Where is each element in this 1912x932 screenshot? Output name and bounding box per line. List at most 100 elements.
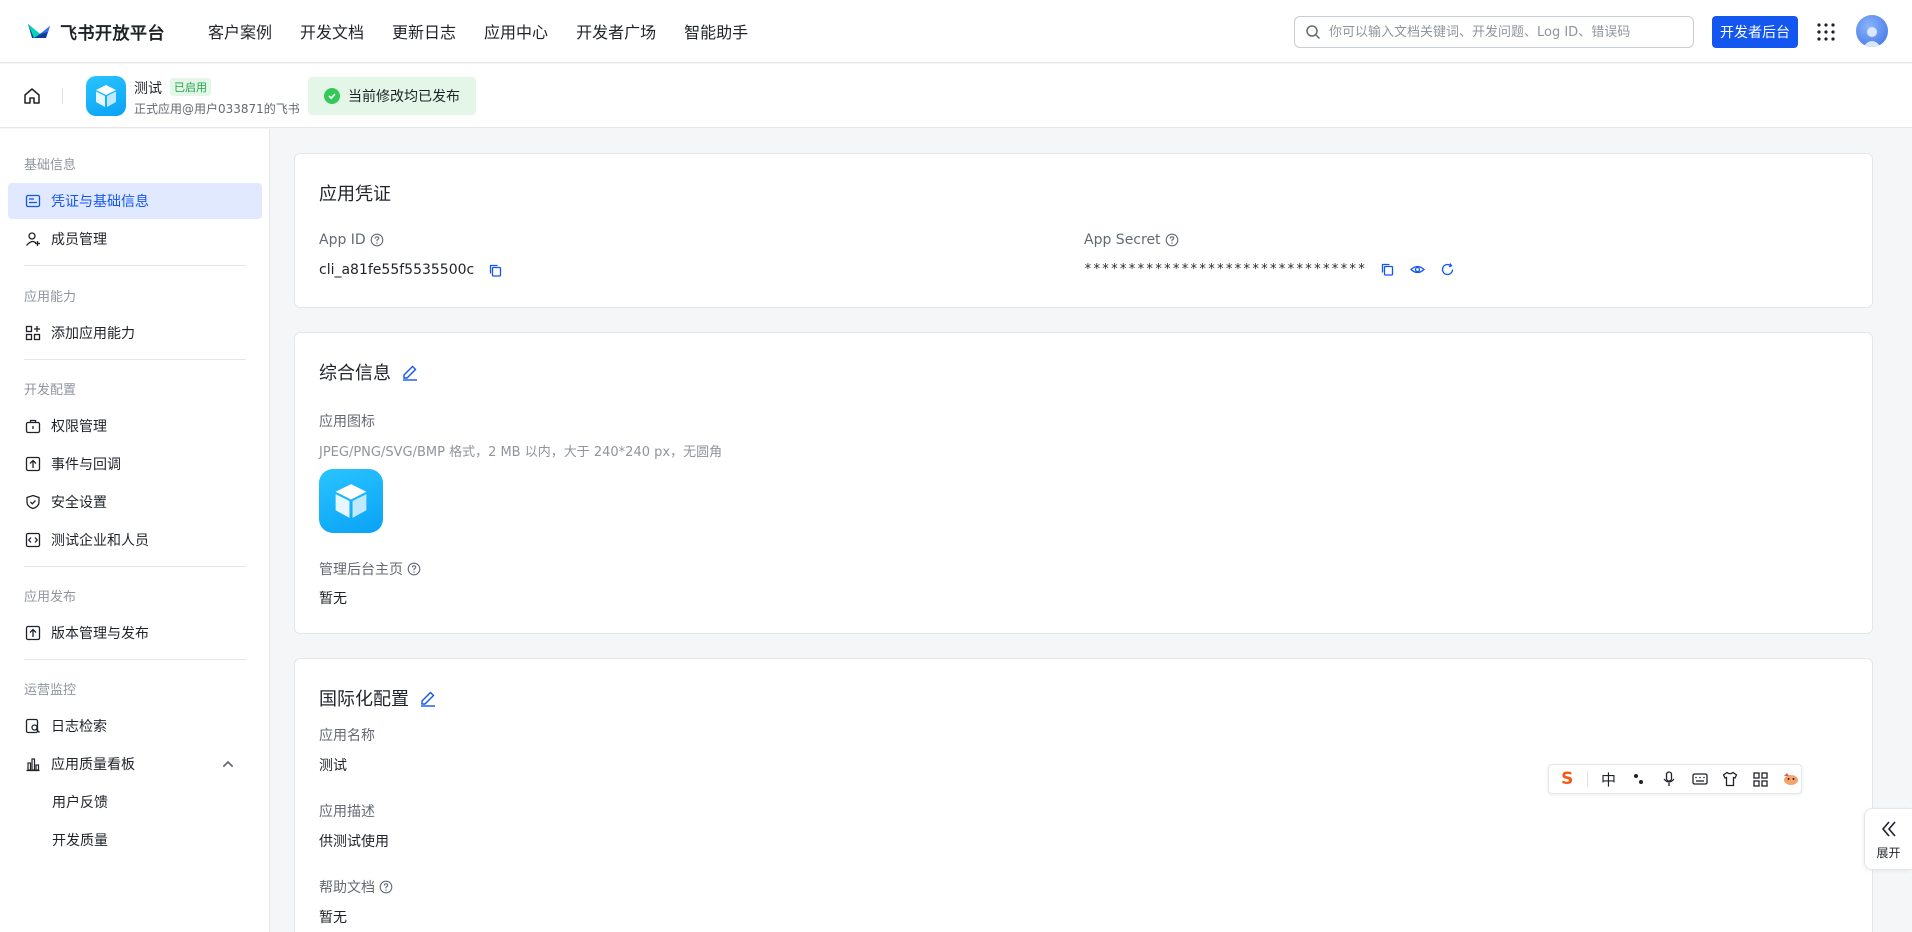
sidebar-group-capability: 应用能力 xyxy=(24,290,77,305)
home-icon[interactable] xyxy=(22,86,42,106)
card-title: 应用凭证 xyxy=(319,184,391,205)
user-avatar[interactable] xyxy=(1856,15,1888,47)
user-add-icon xyxy=(26,232,40,246)
sidebar-item-label: 成员管理 xyxy=(51,232,107,248)
nav-customer-cases[interactable]: 客户案例 xyxy=(208,19,272,43)
app-secret-label: App Secret xyxy=(1084,232,1179,248)
sidebar-item-label: 用户反馈 xyxy=(52,795,108,811)
punctuation-icon[interactable] xyxy=(1629,769,1649,789)
sidebar-item-label: 测试企业和人员 xyxy=(51,533,149,549)
label-text: App ID xyxy=(319,232,366,248)
help-circle-icon[interactable] xyxy=(1165,233,1179,247)
sidebar-item-label: 版本管理与发布 xyxy=(51,626,149,642)
upload-box-icon xyxy=(25,625,41,641)
app-icon xyxy=(86,76,126,116)
sidebar-item-label: 安全设置 xyxy=(51,495,107,511)
app-header-bar: 测试 已启用 正式应用@用户033871的飞书 当前修改均已发布 xyxy=(0,64,1912,128)
sidebar-item-dev-quality[interactable]: 开发质量 xyxy=(8,822,262,858)
sidebar-item-log-search[interactable]: 日志检索 xyxy=(8,708,262,744)
sidebar-item-versions[interactable]: 版本管理与发布 xyxy=(8,615,262,651)
apps-grid-icon[interactable] xyxy=(1816,22,1836,42)
app-name-value: 测试 xyxy=(319,758,347,774)
ime-language-toggle[interactable]: 中 xyxy=(1598,769,1618,789)
app-icon-hint: JPEG/PNG/SVG/BMP 格式，2 MB 以内，大于 240*240 p… xyxy=(319,445,723,460)
help-doc-label: 帮助文档 xyxy=(319,877,393,897)
label-text: 帮助文档 xyxy=(319,880,375,896)
help-circle-icon[interactable] xyxy=(370,233,384,247)
sidebar-group-dev-config: 开发配置 xyxy=(24,383,77,398)
check-circle-icon xyxy=(324,88,340,104)
sidebar-item-permissions[interactable]: 权限管理 xyxy=(8,408,262,444)
event-callback-icon xyxy=(25,456,41,472)
publish-status-banner: 当前修改均已发布 xyxy=(308,77,476,115)
chevron-up-icon[interactable] xyxy=(220,756,236,772)
eye-icon[interactable] xyxy=(1410,262,1426,277)
toolbox-grid-icon[interactable] xyxy=(1750,769,1770,789)
log-search-icon xyxy=(25,718,40,734)
app-secret-value: ******************************** xyxy=(1084,262,1455,277)
copy-icon[interactable] xyxy=(488,263,503,278)
brand-name: 飞书开放平台 xyxy=(60,23,165,44)
sidebar-item-security[interactable]: 安全设置 xyxy=(8,484,262,520)
sidebar-divider xyxy=(24,359,246,360)
edit-icon[interactable] xyxy=(419,689,437,707)
apps-add-icon xyxy=(25,325,41,341)
sidebar-item-events[interactable]: 事件与回调 xyxy=(8,446,262,482)
app-icon-label: 应用图标 xyxy=(319,414,375,430)
app-id-label: App ID xyxy=(319,232,384,248)
sidebar-item-label: 添加应用能力 xyxy=(51,326,135,342)
briefcase-lock-icon xyxy=(25,419,41,434)
mascot-icon[interactable] xyxy=(1781,769,1801,789)
admin-homepage-value: 暂无 xyxy=(319,591,347,607)
sogou-logo-icon[interactable]: S xyxy=(1557,769,1577,789)
id-card-icon xyxy=(25,194,41,208)
sidebar-item-add-capability[interactable]: 添加应用能力 xyxy=(8,315,262,351)
developer-console-button[interactable]: 开发者后台 xyxy=(1712,16,1798,48)
help-circle-icon[interactable] xyxy=(407,562,421,576)
sidebar-group-monitoring: 运营监控 xyxy=(24,683,77,698)
code-box-icon xyxy=(25,532,41,548)
user-silhouette-icon xyxy=(1863,27,1881,47)
nav-dev-docs[interactable]: 开发文档 xyxy=(300,19,364,43)
publish-status-text: 当前修改均已发布 xyxy=(348,89,460,105)
ime-toolbar: S 中 xyxy=(1548,764,1802,794)
app-icon-preview[interactable] xyxy=(319,469,383,533)
app-name-label: 应用名称 xyxy=(319,728,375,744)
brand-logo[interactable]: 飞书开放平台 xyxy=(26,19,198,44)
app-name: 测试 xyxy=(134,81,162,97)
app-desc-value: 供测试使用 xyxy=(319,834,389,850)
edit-icon[interactable] xyxy=(401,363,419,381)
skin-shirt-icon[interactable] xyxy=(1720,769,1740,789)
search-input[interactable] xyxy=(1329,24,1689,40)
sidebar-item-label: 开发质量 xyxy=(52,833,108,849)
nav-ai-assistant[interactable]: 智能助手 xyxy=(684,19,748,43)
sidebar-item-test-tenants[interactable]: 测试企业和人员 xyxy=(8,522,262,558)
nav-changelog[interactable]: 更新日志 xyxy=(392,19,456,43)
sidebar-group-basic: 基础信息 xyxy=(24,158,77,173)
copy-icon[interactable] xyxy=(1380,262,1395,277)
keyboard-icon[interactable] xyxy=(1689,769,1709,789)
feishu-logo-icon xyxy=(28,24,50,38)
microphone-icon[interactable] xyxy=(1659,769,1679,789)
nav-app-center[interactable]: 应用中心 xyxy=(484,19,548,43)
app-id-text: cli_a81fe55f5535500c xyxy=(319,262,475,278)
help-doc-value: 暂无 xyxy=(319,910,347,926)
cube-icon xyxy=(96,85,116,107)
search-box[interactable] xyxy=(1294,16,1694,48)
sidebar-item-user-feedback[interactable]: 用户反馈 xyxy=(8,784,262,820)
admin-homepage-label: 管理后台主页 xyxy=(319,559,421,579)
sidebar-item-quality-dashboard[interactable]: 应用质量看板 xyxy=(8,746,262,782)
help-circle-icon[interactable] xyxy=(379,880,393,894)
refresh-icon[interactable] xyxy=(1440,262,1455,277)
search-icon xyxy=(1306,25,1321,40)
app-subtitle: 正式应用@用户033871的飞书 xyxy=(134,102,300,116)
credentials-card: 应用凭证 App ID cli_a81fe55f5535500c App Sec… xyxy=(294,153,1873,308)
expand-panel-button[interactable]: 展开 xyxy=(1864,808,1912,870)
app-id-value: cli_a81fe55f5535500c xyxy=(319,262,503,278)
sidebar-item-label: 事件与回调 xyxy=(51,457,121,473)
divider xyxy=(1587,771,1589,787)
nav-dev-plaza[interactable]: 开发者广场 xyxy=(576,19,656,43)
card-title-text: 国际化配置 xyxy=(319,689,409,710)
sidebar-item-members[interactable]: 成员管理 xyxy=(8,221,262,257)
sidebar-item-credentials[interactable]: 凭证与基础信息 xyxy=(8,183,262,219)
